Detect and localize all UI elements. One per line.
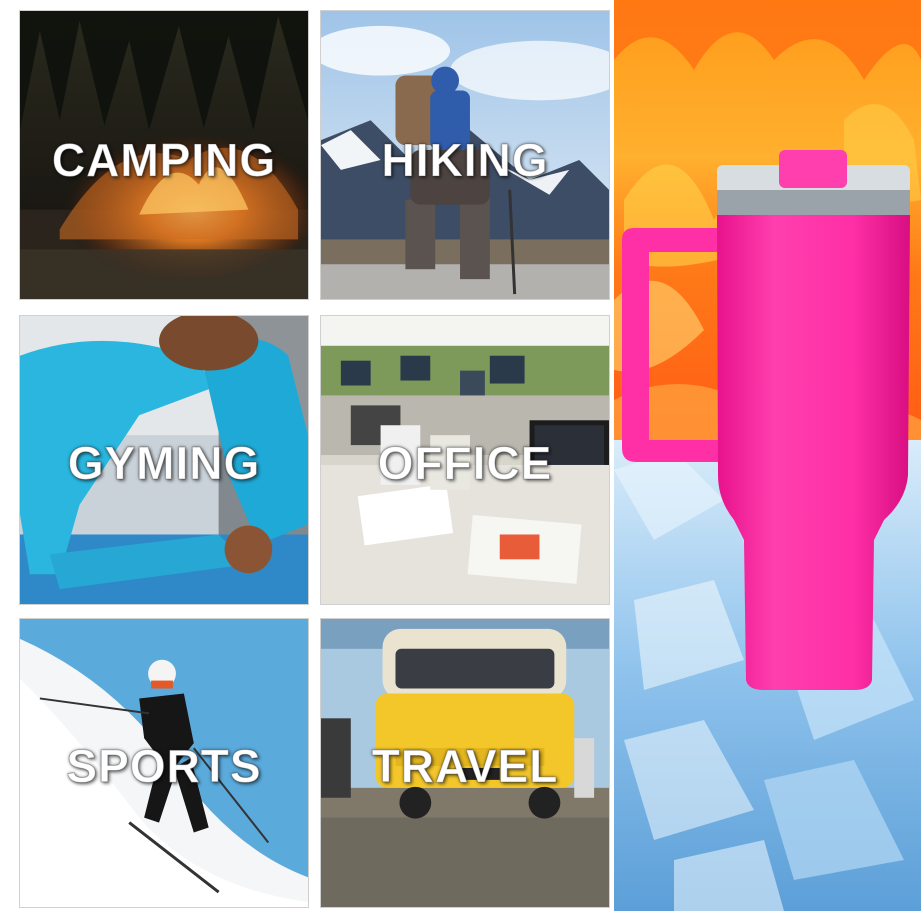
tile-label: GYMING <box>67 437 261 489</box>
tile-gyming: GYMING <box>19 315 309 605</box>
tile-camping: CAMPING <box>19 10 309 300</box>
tile-hiking: HIKING <box>320 10 610 300</box>
product-hero <box>614 0 921 911</box>
tile-label: HIKING <box>381 134 549 186</box>
tumbler-image <box>614 0 921 911</box>
tile-office: OFFICE <box>320 315 610 605</box>
tile-label: OFFICE <box>377 437 553 489</box>
tile-label: TRAVEL <box>371 740 559 792</box>
tile-travel: TRAVEL <box>320 618 610 908</box>
tile-label: CAMPING <box>51 134 277 186</box>
tile-label: SPORTS <box>66 740 262 792</box>
tile-sports: SPORTS <box>19 618 309 908</box>
